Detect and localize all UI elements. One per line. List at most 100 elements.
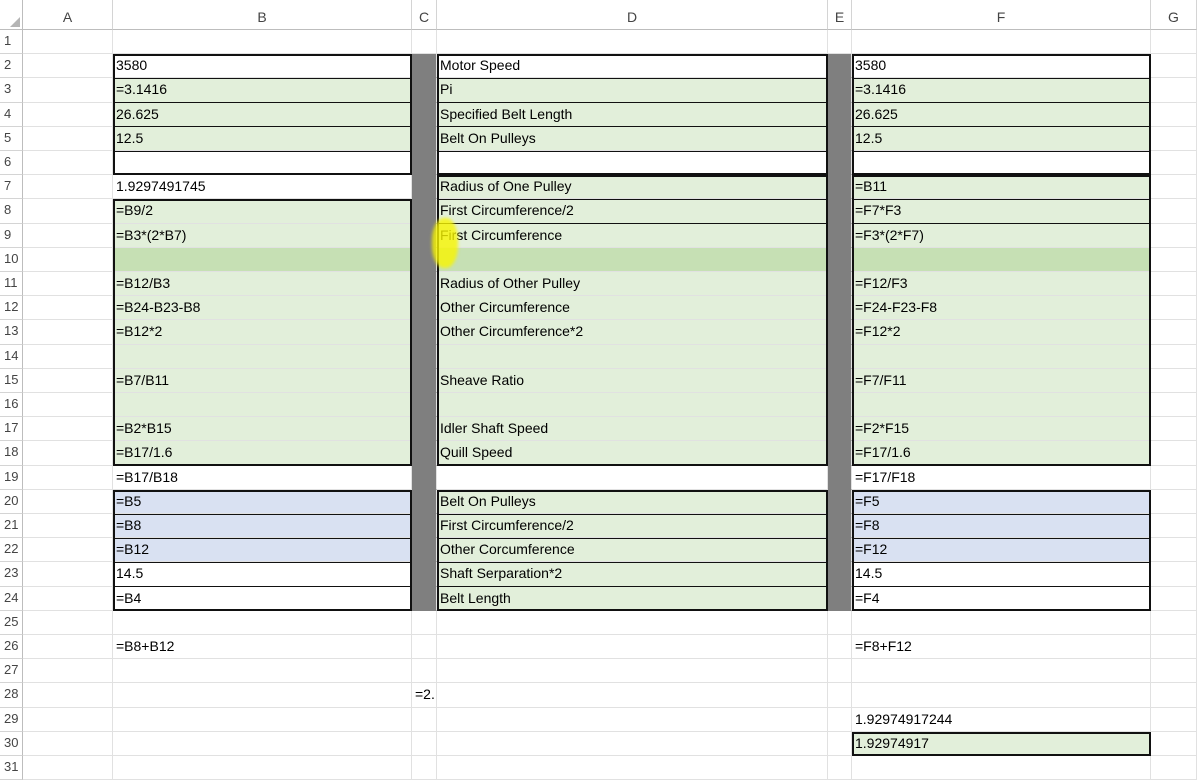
cell-a28[interactable] (23, 683, 113, 708)
cell-d26[interactable] (437, 635, 828, 660)
row-header-18[interactable]: 18 (0, 441, 23, 466)
cell-g27[interactable] (1151, 659, 1197, 684)
cell-c25[interactable] (412, 610, 437, 635)
cell-f31[interactable] (852, 756, 1151, 780)
cell-a2[interactable] (23, 54, 113, 79)
row-header-30[interactable]: 30 (0, 731, 23, 756)
cell-d18[interactable]: Quill Speed (437, 441, 828, 466)
cell-a27[interactable] (23, 659, 113, 684)
column-header-b[interactable]: B (113, 0, 412, 30)
cell-f9[interactable]: =F3*(2*F7) (852, 223, 1151, 248)
cell-f18[interactable]: =F17/1.6 (852, 441, 1151, 466)
cell-d11[interactable]: Radius of Other Pulley (437, 272, 828, 297)
cell-b24[interactable]: =B4 (113, 586, 412, 611)
cell-b26[interactable]: =B8+B12 (113, 635, 412, 660)
cell-e20[interactable] (828, 489, 852, 514)
cell-f30[interactable]: 1.92974917 (852, 731, 1151, 756)
cell-e31[interactable] (828, 756, 852, 780)
cell-c29[interactable] (412, 707, 437, 732)
cell-g6[interactable] (1151, 151, 1197, 176)
row-header-8[interactable]: 8 (0, 199, 23, 224)
cell-f28[interactable] (852, 683, 1151, 708)
cell-e23[interactable] (828, 562, 852, 587)
row-header-27[interactable]: 27 (0, 659, 23, 684)
cell-g19[interactable] (1151, 465, 1197, 490)
cell-g18[interactable] (1151, 441, 1197, 466)
cell-d20[interactable]: Belt On Pulleys (437, 489, 828, 514)
cell-e9[interactable] (828, 223, 852, 248)
cell-g11[interactable] (1151, 272, 1197, 297)
cell-f14[interactable] (852, 344, 1151, 369)
cell-g9[interactable] (1151, 223, 1197, 248)
cell-c15[interactable] (412, 368, 437, 393)
cell-f25[interactable] (852, 610, 1151, 635)
cell-g8[interactable] (1151, 199, 1197, 224)
cell-f5[interactable]: 12.5 (852, 126, 1151, 151)
cell-g24[interactable] (1151, 586, 1197, 611)
row-header-19[interactable]: 19 (0, 465, 23, 490)
cell-a31[interactable] (23, 756, 113, 780)
cell-f1[interactable] (852, 30, 1151, 55)
cell-e3[interactable] (828, 78, 852, 103)
cell-g23[interactable] (1151, 562, 1197, 587)
cell-e21[interactable] (828, 514, 852, 539)
cell-e11[interactable] (828, 272, 852, 297)
cell-f23[interactable]: 14.5 (852, 562, 1151, 587)
cell-a21[interactable] (23, 514, 113, 539)
row-header-13[interactable]: 13 (0, 320, 23, 345)
cell-b14[interactable] (113, 344, 412, 369)
cell-f26[interactable]: =F8+F12 (852, 635, 1151, 660)
cell-a8[interactable] (23, 199, 113, 224)
cell-d21[interactable]: First Circumference/2 (437, 514, 828, 539)
cell-f13[interactable]: =F12*2 (852, 320, 1151, 345)
cell-b12[interactable]: =B24-B23-B8 (113, 296, 412, 321)
cell-a26[interactable] (23, 635, 113, 660)
cell-f10[interactable] (852, 247, 1151, 272)
cell-a12[interactable] (23, 296, 113, 321)
cell-a13[interactable] (23, 320, 113, 345)
row-header-23[interactable]: 23 (0, 562, 23, 587)
cell-g4[interactable] (1151, 102, 1197, 127)
cell-f3[interactable]: =3.1416 (852, 78, 1151, 103)
cell-f19[interactable]: =F17/F18 (852, 465, 1151, 490)
cell-a19[interactable] (23, 465, 113, 490)
cell-g13[interactable] (1151, 320, 1197, 345)
cell-b17[interactable]: =B2*B15 (113, 417, 412, 442)
cell-d19[interactable] (437, 465, 828, 490)
cell-d13[interactable]: Other Circumference*2 (437, 320, 828, 345)
cell-b3[interactable]: =3.1416 (113, 78, 412, 103)
cell-b11[interactable]: =B12/B3 (113, 272, 412, 297)
cell-c12[interactable] (412, 296, 437, 321)
cell-a17[interactable] (23, 417, 113, 442)
row-header-24[interactable]: 24 (0, 586, 23, 611)
cell-e22[interactable] (828, 538, 852, 563)
cell-b8[interactable]: =B9/2 (113, 199, 412, 224)
row-header-22[interactable]: 22 (0, 538, 23, 563)
cell-e13[interactable] (828, 320, 852, 345)
row-header-4[interactable]: 4 (0, 102, 23, 127)
cell-e2[interactable] (828, 54, 852, 79)
cell-e8[interactable] (828, 199, 852, 224)
cell-d15[interactable]: Sheave Ratio (437, 368, 828, 393)
cell-c11[interactable] (412, 272, 437, 297)
cell-b16[interactable] (113, 393, 412, 418)
row-header-16[interactable]: 16 (0, 393, 23, 418)
cell-f12[interactable]: =F24-F23-F8 (852, 296, 1151, 321)
cell-a3[interactable] (23, 78, 113, 103)
cell-a16[interactable] (23, 393, 113, 418)
cell-a4[interactable] (23, 102, 113, 127)
cell-d3[interactable]: Pi (437, 78, 828, 103)
cell-a7[interactable] (23, 175, 113, 200)
cell-c28[interactable]: =2. (412, 683, 437, 708)
cell-f17[interactable]: =F2*F15 (852, 417, 1151, 442)
cell-g25[interactable] (1151, 610, 1197, 635)
cell-c6[interactable] (412, 151, 437, 176)
cell-b31[interactable] (113, 756, 412, 780)
column-header-a[interactable]: A (23, 0, 113, 30)
cell-g5[interactable] (1151, 126, 1197, 151)
row-header-17[interactable]: 17 (0, 417, 23, 442)
cell-b20[interactable]: =B5 (113, 489, 412, 514)
cell-b5[interactable]: 12.5 (113, 126, 412, 151)
row-header-5[interactable]: 5 (0, 126, 23, 151)
cell-b2[interactable]: 3580 (113, 54, 412, 79)
